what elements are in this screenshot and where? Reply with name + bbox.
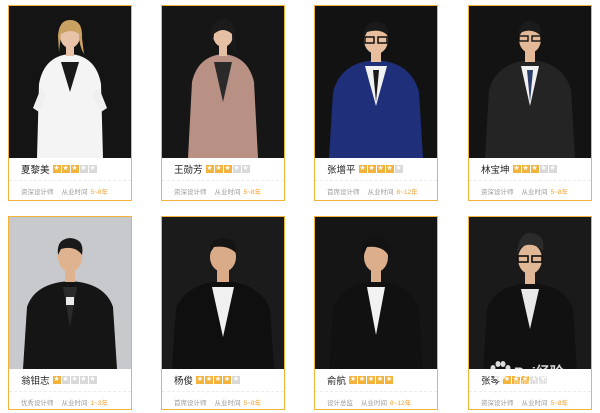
experience-value: 1~3年: [90, 400, 109, 407]
designer-title: 优秀设计师: [21, 400, 54, 407]
rating-stars: ★ ★ ★ ★ ★: [52, 165, 97, 173]
designer-name: 王勋芳: [174, 165, 203, 176]
star-icon: ★: [88, 376, 97, 384]
designer-name: 张增平: [327, 165, 356, 176]
experience-value: 5~8年: [243, 189, 262, 196]
star-icon: ★: [385, 376, 394, 384]
designer-photo[interactable]: [469, 217, 591, 369]
star-icon: ★: [205, 165, 214, 173]
rating-stars: ★ ★ ★ ★ ★: [196, 376, 241, 384]
star-icon: ★: [214, 165, 223, 173]
star-icon: ★: [367, 376, 376, 384]
designer-name: 翁钼志: [21, 376, 50, 387]
star-icon: ★: [385, 165, 394, 173]
star-icon: ★: [232, 165, 241, 173]
designer-card[interactable]: 林宝坤 ★ ★ ★ ★ ★ 资深设计师 从业时间 5~8年: [468, 5, 592, 201]
experience-label: 从业时间: [361, 400, 387, 407]
star-icon: ★: [512, 165, 521, 173]
designer-title: 资深设计师: [174, 189, 207, 196]
star-icon: ★: [70, 165, 79, 173]
designer-title: 首席设计师: [327, 189, 360, 196]
designer-photo[interactable]: [315, 6, 437, 158]
star-icon: ★: [521, 376, 530, 384]
designer-grid: 夏黎美 ★ ★ ★ ★ ★ 资深设计师 从业时间 5~8年 王勋芳 ★ ★ ★ …: [0, 0, 600, 413]
star-icon: ★: [503, 376, 512, 384]
star-icon: ★: [530, 376, 539, 384]
experience-label: 从业时间: [521, 400, 548, 407]
experience-label: 从业时间: [61, 189, 88, 196]
designer-card[interactable]: 翁钼志 ★ ★ ★ ★ ★ 优秀设计师 从业时间 1~3年: [8, 216, 132, 410]
star-icon: ★: [376, 165, 385, 173]
star-icon: ★: [88, 165, 97, 173]
designer-name: 张琴: [481, 376, 501, 387]
designer-title: 资深设计师: [481, 400, 514, 407]
star-icon: ★: [61, 376, 70, 384]
star-icon: ★: [376, 376, 385, 384]
designer-title: 设计总监: [327, 400, 353, 407]
rating-stars: ★ ★ ★ ★ ★: [503, 376, 548, 384]
star-icon: ★: [205, 376, 214, 384]
star-icon: ★: [358, 165, 367, 173]
designer-title: 首席设计师: [174, 400, 207, 407]
experience-value: 5~8年: [550, 400, 569, 407]
designer-photo[interactable]: [162, 217, 284, 369]
designer-card[interactable]: 张增平 ★ ★ ★ ★ ★ 首席设计师 从业时间 8~12年: [314, 5, 438, 201]
star-icon: ★: [349, 376, 358, 384]
rating-stars: ★ ★ ★ ★ ★: [349, 376, 394, 384]
designer-title: 资深设计师: [481, 189, 514, 196]
designer-photo[interactable]: [9, 217, 131, 369]
experience-value: 5~8年: [550, 189, 569, 196]
experience-value: 8~12年: [396, 189, 418, 196]
rating-stars: ★ ★ ★ ★ ★: [512, 165, 557, 173]
experience-value: 5~8年: [90, 189, 109, 196]
designer-card[interactable]: 张琴 ★ ★ ★ ★ ★ 资深设计师 从业时间 5~8年: [468, 216, 592, 410]
star-icon: ★: [214, 376, 223, 384]
star-icon: ★: [530, 165, 539, 173]
rating-stars: ★ ★ ★ ★ ★: [52, 376, 97, 384]
designer-title: 资深设计师: [21, 189, 54, 196]
designer-photo[interactable]: [315, 217, 437, 369]
star-icon: ★: [52, 376, 61, 384]
designer-photo[interactable]: [469, 6, 591, 158]
designer-name: 林宝坤: [481, 165, 510, 176]
designer-card[interactable]: 杨俊 ★ ★ ★ ★ ★ 首席设计师 从业时间 5~8年: [161, 216, 285, 410]
star-icon: ★: [70, 376, 79, 384]
star-icon: ★: [512, 376, 521, 384]
designer-photo[interactable]: [9, 6, 131, 158]
experience-label: 从业时间: [61, 400, 88, 407]
star-icon: ★: [79, 376, 88, 384]
star-icon: ★: [241, 165, 250, 173]
experience-value: 5~8年: [243, 400, 262, 407]
star-icon: ★: [196, 376, 205, 384]
star-icon: ★: [539, 376, 548, 384]
star-icon: ★: [232, 376, 241, 384]
star-icon: ★: [52, 165, 61, 173]
experience-value: 8~12年: [390, 400, 412, 407]
star-icon: ★: [367, 165, 376, 173]
designer-photo[interactable]: [162, 6, 284, 158]
star-icon: ★: [79, 165, 88, 173]
designer-card[interactable]: 俞航 ★ ★ ★ ★ ★ 设计总监 从业时间 8~12年: [314, 216, 438, 410]
designer-card[interactable]: 夏黎美 ★ ★ ★ ★ ★ 资深设计师 从业时间 5~8年: [8, 5, 132, 201]
designer-name: 俞航: [327, 376, 347, 387]
star-icon: ★: [358, 376, 367, 384]
star-icon: ★: [61, 165, 70, 173]
star-icon: ★: [539, 165, 548, 173]
designer-name: 杨俊: [174, 376, 194, 387]
experience-label: 从业时间: [367, 189, 394, 196]
star-icon: ★: [548, 165, 557, 173]
designer-card[interactable]: 王勋芳 ★ ★ ★ ★ ★ 资深设计师 从业时间 5~8年: [161, 5, 285, 201]
rating-stars: ★ ★ ★ ★ ★: [358, 165, 403, 173]
star-icon: ★: [394, 165, 403, 173]
star-icon: ★: [223, 376, 232, 384]
experience-label: 从业时间: [521, 189, 548, 196]
rating-stars: ★ ★ ★ ★ ★: [205, 165, 250, 173]
designer-name: 夏黎美: [21, 165, 50, 176]
star-icon: ★: [521, 165, 530, 173]
experience-label: 从业时间: [214, 189, 241, 196]
star-icon: ★: [223, 165, 232, 173]
experience-label: 从业时间: [214, 400, 241, 407]
